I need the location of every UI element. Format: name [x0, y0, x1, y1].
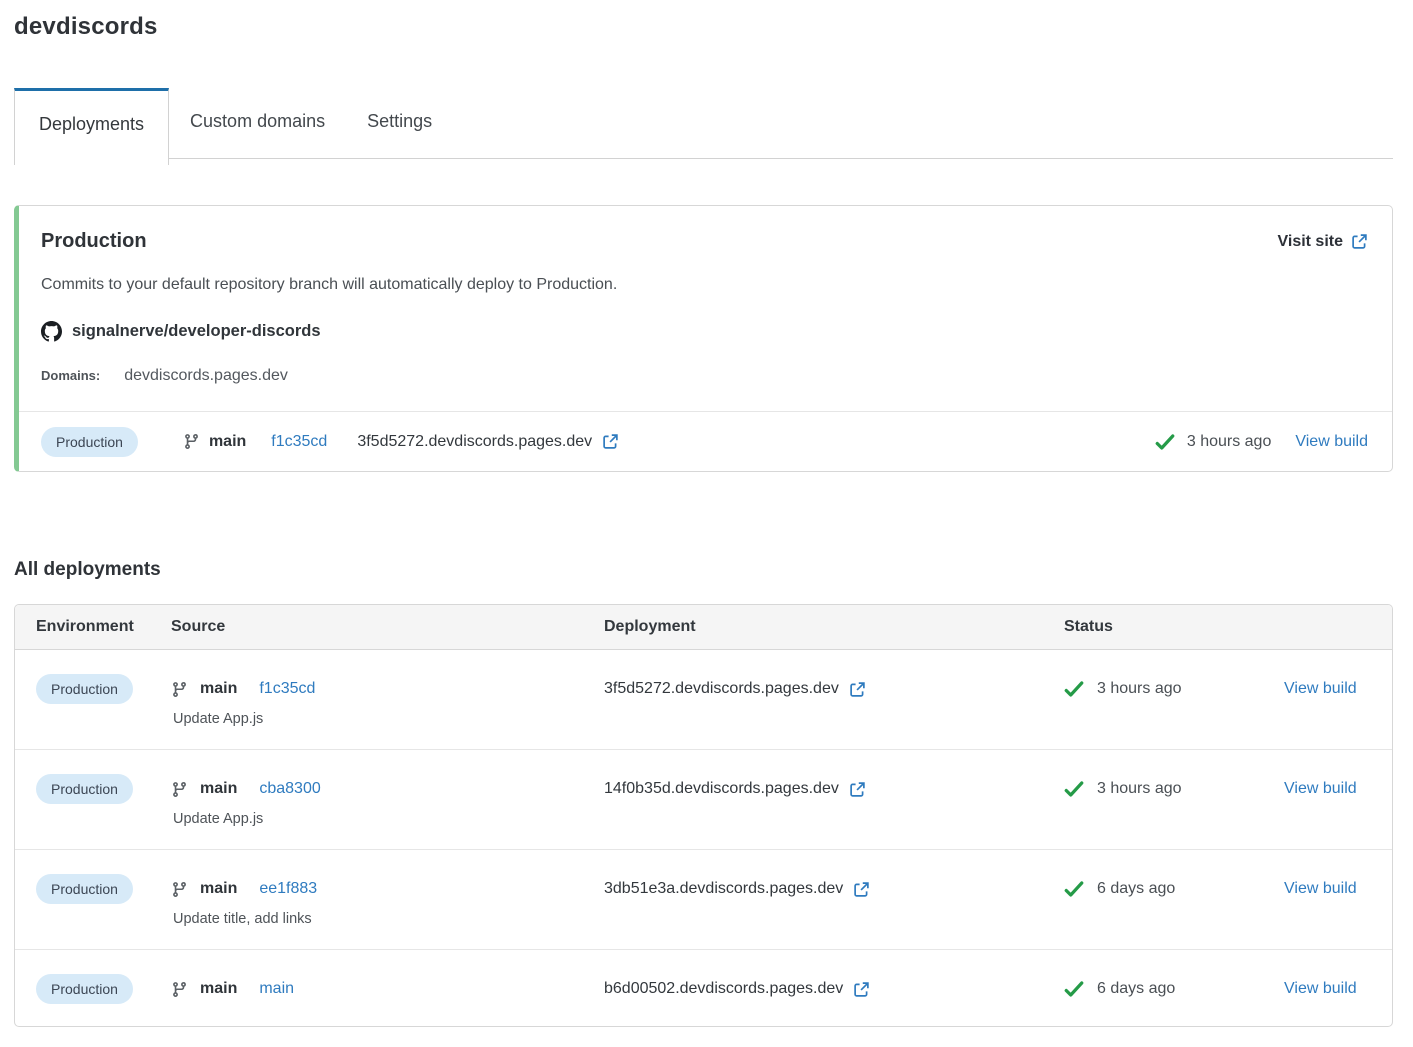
branch-name: main — [200, 780, 237, 798]
status-time: 3 hours ago — [1097, 680, 1182, 698]
table-row: Production main ee1f883 Update title, ad… — [15, 849, 1392, 949]
column-header-status: Status — [1064, 618, 1284, 636]
column-header-deployment: Deployment — [604, 618, 1064, 636]
deployments-table: Environment Source Deployment Status Pro… — [14, 604, 1393, 1027]
branch-name: main — [200, 980, 237, 998]
tabs-bar: Deployments Custom domains Settings — [14, 85, 1393, 159]
column-header-environment: Environment — [36, 618, 171, 636]
github-icon — [41, 321, 62, 342]
success-check-icon — [1064, 680, 1084, 698]
git-branch-icon — [171, 781, 188, 798]
production-card: Production Visit site Commits to your de… — [14, 205, 1393, 472]
deployment-url: 3f5d5272.devdiscords.pages.dev — [604, 680, 839, 698]
status-time: 3 hours ago — [1097, 780, 1182, 798]
view-build-link[interactable]: View build — [1295, 433, 1368, 451]
tab-deployments[interactable]: Deployments — [14, 88, 169, 165]
success-check-icon — [1064, 980, 1084, 998]
success-check-icon — [1155, 433, 1175, 451]
all-deployments-title: All deployments — [14, 559, 1393, 581]
environment-badge: Production — [41, 427, 138, 457]
commit-link[interactable]: f1c35cd — [259, 680, 315, 698]
success-check-icon — [1064, 780, 1084, 798]
branch-name: main — [209, 433, 246, 451]
external-link-icon[interactable] — [602, 433, 619, 450]
commit-message: Update App.js — [173, 711, 604, 727]
view-build-link[interactable]: View build — [1284, 780, 1357, 798]
environment-badge: Production — [36, 974, 133, 1004]
commit-message: Update App.js — [173, 811, 604, 827]
status-time: 6 days ago — [1097, 980, 1175, 998]
page-title: devdiscords — [14, 13, 1393, 41]
git-branch-icon — [171, 681, 188, 698]
environment-badge: Production — [36, 674, 133, 704]
repository-name: signalnerve/developer-discords — [72, 322, 321, 341]
commit-message: Update title, add links — [173, 911, 604, 927]
deployment-url: b6d00502.devdiscords.pages.dev — [604, 980, 843, 998]
status-time: 6 days ago — [1097, 880, 1175, 898]
view-build-link[interactable]: View build — [1284, 880, 1357, 898]
external-link-icon[interactable] — [853, 981, 870, 998]
commit-link[interactable]: cba8300 — [259, 780, 320, 798]
external-link-icon — [1351, 233, 1368, 250]
deployment-url: 3db51e3a.devdiscords.pages.dev — [604, 880, 843, 898]
status-time: 3 hours ago — [1187, 433, 1272, 451]
table-header: Environment Source Deployment Status — [15, 605, 1392, 650]
branch-name: main — [200, 680, 237, 698]
environment-badge: Production — [36, 774, 133, 804]
external-link-icon[interactable] — [853, 881, 870, 898]
commit-link[interactable]: f1c35cd — [271, 433, 327, 451]
domains-label: Domains: — [41, 368, 100, 383]
deployment-url: 14f0b35d.devdiscords.pages.dev — [604, 780, 839, 798]
tab-settings[interactable]: Settings — [346, 85, 453, 158]
production-deployment-row: Production main f1c35cd 3f5d5272.devdisc… — [19, 411, 1392, 471]
production-card-description: Commits to your default repository branc… — [41, 276, 1368, 294]
column-header-source: Source — [171, 618, 604, 636]
visit-site-label: Visit site — [1277, 233, 1343, 251]
view-build-link[interactable]: View build — [1284, 980, 1357, 998]
table-row: Production main f1c35cd Update App.js 3f… — [15, 650, 1392, 749]
commit-link[interactable]: main — [259, 980, 294, 998]
view-build-link[interactable]: View build — [1284, 680, 1357, 698]
production-card-title: Production — [41, 230, 147, 253]
table-row: Production main cba8300 Update App.js 14… — [15, 749, 1392, 849]
visit-site-link[interactable]: Visit site — [1277, 233, 1368, 251]
git-branch-icon — [183, 433, 200, 450]
environment-badge: Production — [36, 874, 133, 904]
success-check-icon — [1064, 880, 1084, 898]
tab-custom-domains[interactable]: Custom domains — [169, 85, 346, 158]
git-branch-icon — [171, 881, 188, 898]
external-link-icon[interactable] — [849, 781, 866, 798]
commit-link[interactable]: ee1f883 — [259, 880, 317, 898]
branch-name: main — [200, 880, 237, 898]
git-branch-icon — [171, 981, 188, 998]
external-link-icon[interactable] — [849, 681, 866, 698]
domains-value: devdiscords.pages.dev — [124, 367, 288, 385]
deployment-url: 3f5d5272.devdiscords.pages.dev — [357, 433, 592, 451]
table-row: Production main main b6d00502.devdiscord… — [15, 949, 1392, 1026]
